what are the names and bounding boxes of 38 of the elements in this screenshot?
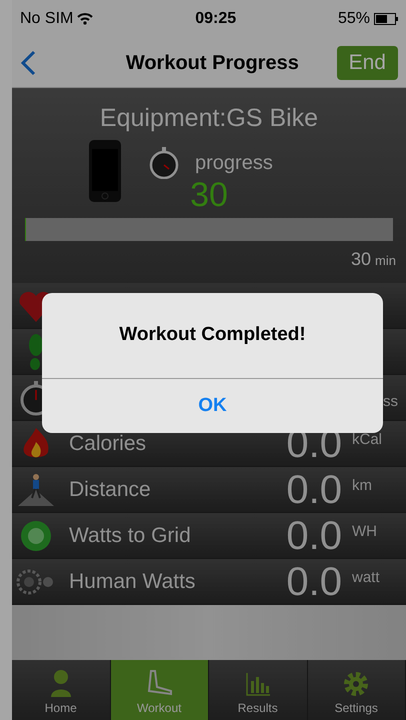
progress-value: 30 (189, 178, 229, 212)
battery-text: 55% (338, 9, 370, 29)
metric-value: 0.0 (286, 562, 342, 602)
tab-button[interactable]: Home (12, 660, 110, 720)
runner-road-icon (16, 472, 56, 508)
footprint-icon (29, 334, 43, 370)
screen-title: Workout Progress (126, 50, 299, 76)
metric-label: Human Watts (69, 568, 196, 595)
stopwatch-icon (149, 146, 179, 178)
wifi-icon (77, 13, 94, 25)
clock-text: 09:25 (195, 9, 236, 29)
metric-unit: kCal (352, 430, 382, 450)
metric-label: Distance (69, 476, 151, 503)
duration-value: 30 (351, 248, 372, 270)
phone-icon (89, 140, 121, 202)
tab-button[interactable]: Settings (308, 660, 406, 720)
back-chevron-icon (20, 50, 36, 76)
metric-label: Calories (69, 430, 146, 457)
end-button[interactable]: End (336, 46, 398, 80)
bar-chart-icon (244, 671, 271, 697)
settings-icon (343, 671, 370, 697)
person-silhouette-icon (48, 669, 73, 697)
metric-unit: WH (352, 522, 377, 542)
metric-label: Watts to Grid (69, 522, 191, 549)
duration-unit: min (375, 252, 396, 270)
equipment-title: Equipment:GS Bike (98, 103, 320, 134)
ok-button[interactable]: OK (42, 379, 383, 433)
metric-unit: km (352, 476, 372, 496)
metric-unit: watt (352, 568, 380, 588)
metric-unit: ss (383, 392, 398, 412)
metric-value: 0.0 (286, 470, 342, 510)
metric-value: 0.0 (286, 516, 342, 556)
battery-icon (374, 13, 398, 25)
tab-button[interactable]: Results (209, 660, 308, 720)
progress-label: progress (195, 150, 273, 176)
carrier-text: No SIM (20, 9, 74, 29)
treadmill-icon (145, 669, 174, 697)
alert-title: Workout Completed! (119, 323, 306, 348)
